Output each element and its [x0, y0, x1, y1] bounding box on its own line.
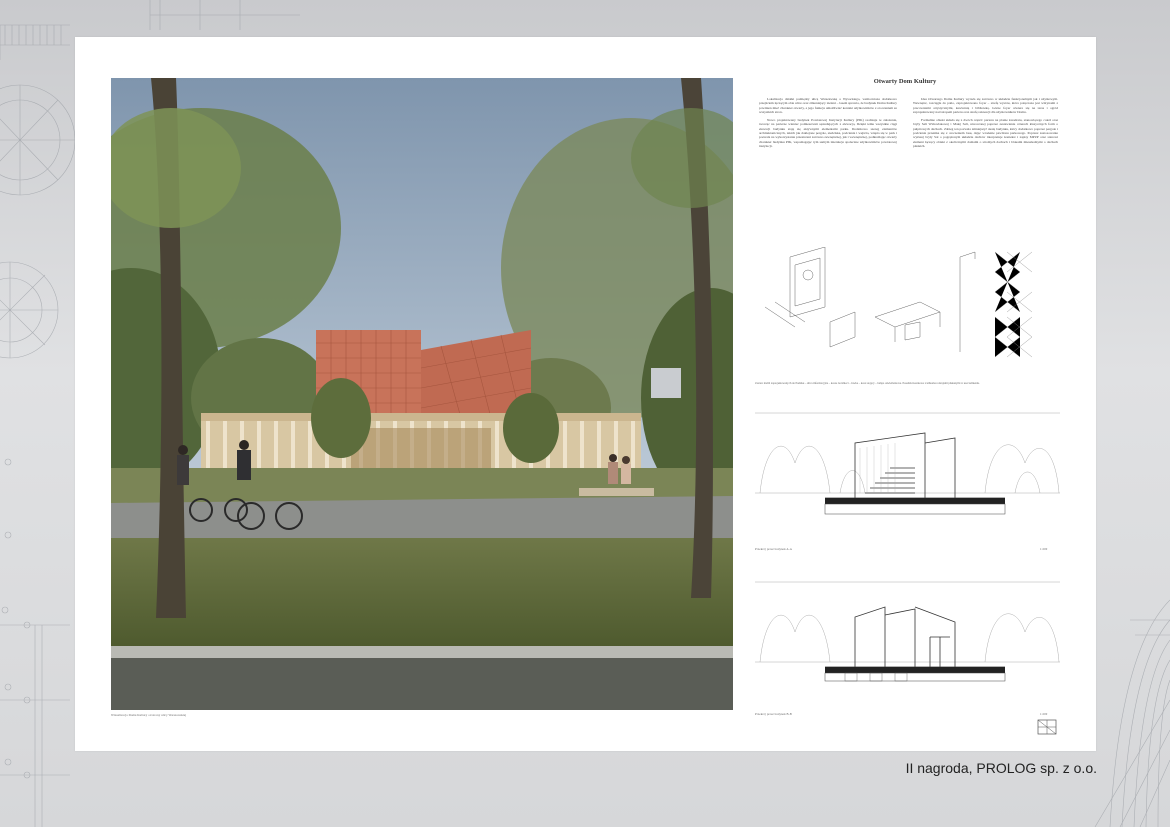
section-b-label: Przekrój przez budynek B-B	[755, 712, 792, 716]
plan-key-icon	[1037, 719, 1057, 735]
award-caption: II nagroda, PROLOG sp. z o.o.	[905, 760, 1097, 776]
paragraph: Nowo projektowany budynek Powiatowej Ins…	[759, 118, 897, 148]
street-furniture-axonometry	[755, 246, 1055, 367]
paragraph: Idea Otwartego Domu Kultury wyraża się z…	[913, 97, 1058, 114]
main-visualization	[111, 78, 733, 710]
board-title: Otwarty Dom Kultury	[873, 78, 937, 85]
section-b-drawing: Przekrój przez budynek B-B 1:200	[755, 567, 1060, 716]
section-a-drawing: Przekrój przez budynek A-A 1:200	[755, 403, 1060, 551]
section-a-label: Przekrój przez budynek A-A	[755, 547, 793, 551]
render-caption: Wizualizacja Domu Kultury od strony ulic…	[111, 713, 187, 717]
section-b-scale: 1:200	[1040, 712, 1048, 716]
paragraph: Lokalizacja działki pomiędzy ulicą Warsz…	[759, 97, 897, 114]
text-column-2: Idea Otwartego Domu Kultury wyraża się z…	[913, 97, 1058, 152]
competition-board: Wizualizacja Domu Kultury od strony ulic…	[75, 37, 1096, 751]
axonometry-note: Zestaw mebli zaprojektowanych do Parkiku…	[755, 382, 980, 385]
text-column-1: Lokalizacja działki pomiędzy ulicą Warsz…	[759, 97, 897, 152]
section-a-scale: 1:200	[1040, 547, 1048, 551]
paragraph: Formalnie obiekt składa się z dwóch częś…	[913, 118, 1058, 148]
